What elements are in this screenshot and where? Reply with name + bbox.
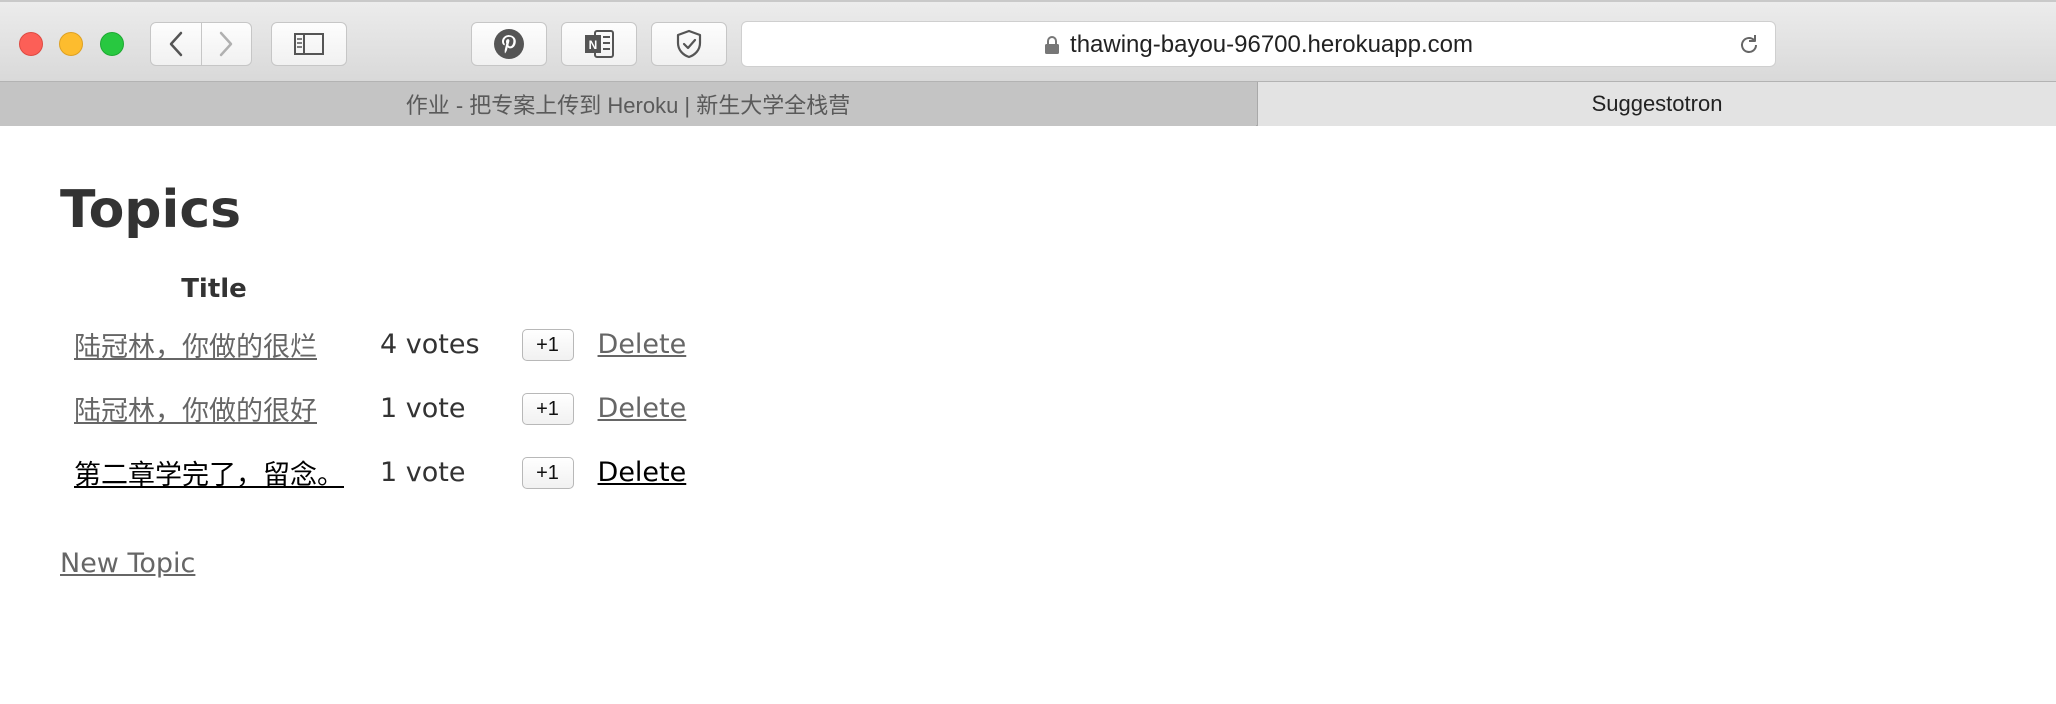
page-content: Topics Title 陆冠林，你做的很烂 4 votes +1 Delete <box>0 126 2056 704</box>
table-header-row: Title <box>60 266 698 312</box>
table-row: 第二章学完了，留念。 1 vote +1 Delete <box>60 440 698 504</box>
table-row: 陆冠林，你做的很烂 4 votes +1 Delete <box>60 312 698 376</box>
page-title: Topics <box>60 180 242 240</box>
sidebar-icon <box>294 33 324 55</box>
navigation-buttons <box>150 22 252 66</box>
reload-icon <box>1741 35 1757 53</box>
zoom-window-button[interactable] <box>100 32 124 56</box>
upvote-button[interactable]: +1 <box>521 457 574 489</box>
pinterest-icon <box>494 29 524 59</box>
shield-extension-button[interactable] <box>651 22 727 66</box>
column-header-title: Title <box>181 274 247 304</box>
delete-link[interactable]: Delete <box>598 457 687 488</box>
tab-suggestotron[interactable]: Suggestotron <box>1257 82 2056 126</box>
upvote-button[interactable]: +1 <box>521 329 574 361</box>
topic-title-link[interactable]: 陆冠林，你做的很烂 <box>74 332 317 363</box>
back-button[interactable] <box>151 23 201 65</box>
forward-button[interactable] <box>200 23 251 65</box>
lock-icon <box>1044 35 1060 55</box>
tab-heroku-assignment[interactable]: 作业 - 把专案上传到 Heroku | 新生大学全栈营 <box>0 82 1256 126</box>
forward-icon <box>220 31 233 57</box>
shield-icon <box>676 29 702 59</box>
vote-count: 1 vote <box>380 456 466 488</box>
sidebar-toggle-button[interactable] <box>271 22 347 66</box>
topics-table: Title 陆冠林，你做的很烂 4 votes +1 Delete 陆冠林，你做… <box>60 266 698 504</box>
browser-toolbar: N thawing-bayou-96700.herokuapp.com <box>0 0 2056 81</box>
url-text: thawing-bayou-96700.herokuapp.com <box>1070 31 1473 58</box>
topic-title-link[interactable]: 第二章学完了，留念。 <box>74 460 344 491</box>
table-row: 陆冠林，你做的很好 1 vote +1 Delete <box>60 376 698 440</box>
upvote-button[interactable]: +1 <box>521 393 574 425</box>
new-topic-link[interactable]: New Topic <box>60 548 195 579</box>
pinterest-extension-button[interactable] <box>471 22 547 66</box>
topic-title-link[interactable]: 陆冠林，你做的很好 <box>74 396 317 427</box>
onenote-extension-button[interactable]: N <box>561 22 637 66</box>
delete-link[interactable]: Delete <box>598 329 687 360</box>
tab-label: 作业 - 把专案上传到 Heroku | 新生大学全栈营 <box>405 93 851 118</box>
vote-count: 1 vote <box>380 392 466 424</box>
delete-link[interactable]: Delete <box>598 393 687 424</box>
tab-label: Suggestotron <box>1591 91 1723 116</box>
close-window-button[interactable] <box>19 32 43 56</box>
svg-text:N: N <box>589 38 598 52</box>
minimize-window-button[interactable] <box>59 32 83 56</box>
tab-bar: 作业 - 把专案上传到 Heroku | 新生大学全栈营 Suggestotro… <box>0 81 2056 126</box>
address-bar[interactable]: thawing-bayou-96700.herokuapp.com <box>741 21 1776 67</box>
back-icon <box>169 31 183 57</box>
onenote-icon: N <box>585 30 614 58</box>
reload-button[interactable] <box>1737 33 1761 61</box>
vote-count: 4 votes <box>380 328 480 360</box>
